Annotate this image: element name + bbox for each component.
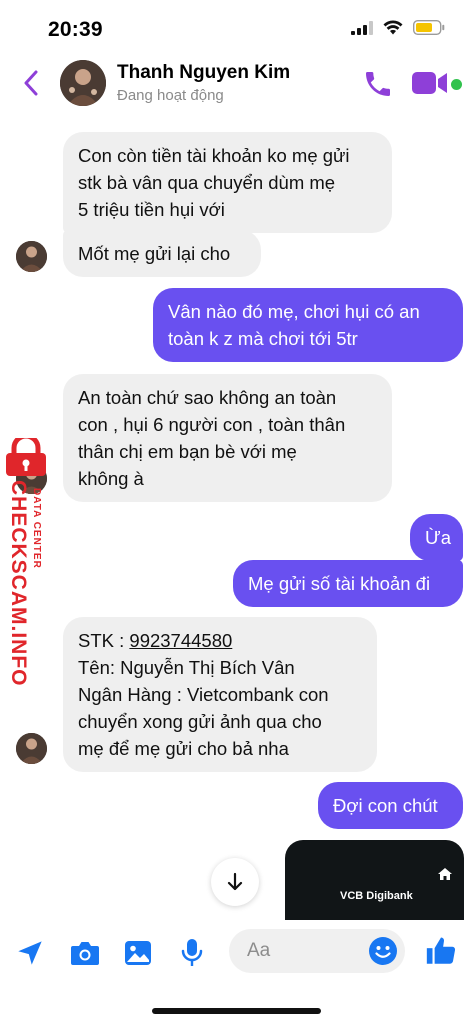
sender-avatar[interactable] xyxy=(16,241,47,272)
message-line: chuyển xong gửi ảnh qua cho xyxy=(78,711,322,732)
message-bubble-outgoing[interactable]: Ừa xyxy=(410,514,463,561)
emoji-icon xyxy=(369,937,397,965)
arrow-down-icon xyxy=(227,872,243,891)
emoji-button[interactable] xyxy=(368,936,398,966)
gallery-button[interactable] xyxy=(121,936,155,970)
send-location-icon xyxy=(18,941,42,965)
message-line: Mẹ gửi số tài khoản đi xyxy=(248,573,431,594)
microphone-icon xyxy=(181,939,203,966)
video-camera-icon xyxy=(412,72,447,94)
message-line: 5 triệu tiền hụi với xyxy=(78,199,225,220)
message-line: Tên: Nguyễn Thị Bích Vân xyxy=(78,657,295,678)
message-line: An toàn chứ sao không an toàn xyxy=(78,387,337,408)
message-bubble-outgoing[interactable]: Vân nào đó mẹ, chơi hụi có an toàn k z m… xyxy=(153,288,463,362)
home-indicator[interactable] xyxy=(152,1008,321,1014)
message-line: thân chị em bạn bè với mẹ xyxy=(78,441,297,462)
sender-avatar[interactable] xyxy=(16,733,47,764)
back-arrow-icon xyxy=(24,70,38,96)
account-number-link[interactable]: 9923744580 xyxy=(129,630,232,651)
battery-icon xyxy=(413,20,445,35)
like-button[interactable] xyxy=(424,934,458,968)
message-line: con , hụi 6 người con , toàn thân xyxy=(78,414,346,435)
home-icon xyxy=(438,868,452,880)
message-line: toàn k z mà chơi tới 5tr xyxy=(168,328,358,349)
signal-icon xyxy=(351,20,373,35)
back-button[interactable] xyxy=(14,66,48,100)
message-line: STK : 9923744580 xyxy=(78,627,362,654)
phone-icon xyxy=(366,72,390,96)
stk-label: STK : xyxy=(78,630,130,651)
contact-status: Đang hoạt động xyxy=(117,87,224,104)
message-line: Con còn tiền tài khoản ko mẹ gửi xyxy=(78,145,350,166)
message-bubble-outgoing[interactable]: Đợi con chút xyxy=(318,782,463,829)
status-icons xyxy=(351,20,445,35)
message-line: Ừa xyxy=(425,527,452,548)
message-bubble-incoming[interactable]: Mốt mẹ gửi lại cho xyxy=(63,230,261,277)
message-bubble-incoming[interactable]: Con còn tiền tài khoản ko mẹ gửi stk bà … xyxy=(63,132,392,233)
thumbs-up-icon xyxy=(426,937,456,964)
vcb-digibank-logo: VCB Digibank xyxy=(340,890,413,902)
message-line: mẹ để mẹ gửi cho bả nha xyxy=(78,738,289,759)
chat-header: Thanh Nguyen Kim Đang hoạt động xyxy=(0,56,473,116)
scroll-to-bottom-button[interactable] xyxy=(211,858,259,906)
message-line: stk bà vân qua chuyển dùm mẹ xyxy=(78,172,336,193)
image-attachment[interactable]: VCB Digibank xyxy=(285,840,464,920)
composer-bar xyxy=(0,924,473,984)
watermark: CHECKSCAM.INFO DATA CENTER xyxy=(4,438,50,687)
message-line: không à xyxy=(78,468,144,489)
call-button[interactable] xyxy=(362,68,394,100)
voice-message-button[interactable] xyxy=(175,936,209,970)
message-line: Vân nào đó mẹ, chơi hụi có an xyxy=(168,301,420,322)
video-call-button[interactable] xyxy=(412,70,448,96)
status-time: 20:39 xyxy=(48,18,103,41)
message-line: Mốt mẹ gửi lại cho xyxy=(78,243,231,264)
message-bubble-outgoing[interactable]: Mẹ gửi số tài khoản đi xyxy=(233,560,463,607)
padlock-icon xyxy=(6,438,46,476)
camera-button[interactable] xyxy=(68,936,102,970)
contact-avatar[interactable] xyxy=(60,60,106,106)
wifi-icon xyxy=(383,20,403,35)
watermark-subtext: DATA CENTER xyxy=(31,488,42,569)
message-line: Đợi con chút xyxy=(333,795,438,816)
message-bubble-incoming[interactable]: An toàn chứ sao không an toàn con , hụi … xyxy=(63,374,392,502)
status-bar: 20:39 xyxy=(0,0,473,56)
watermark-text: CHECKSCAM.INFO xyxy=(7,480,30,687)
message-bubble-incoming[interactable]: STK : 9923744580 Tên: Nguyễn Thị Bích Vâ… xyxy=(63,617,377,772)
send-location-button[interactable] xyxy=(13,936,47,970)
message-list[interactable]: Con còn tiền tài khoản ko mẹ gửi stk bà … xyxy=(0,118,473,920)
camera-icon xyxy=(71,942,99,965)
online-indicator xyxy=(451,79,462,90)
contact-name[interactable]: Thanh Nguyen Kim xyxy=(117,62,290,84)
message-line: Ngân Hàng : Vietcombank con xyxy=(78,684,329,705)
gallery-icon xyxy=(125,941,151,965)
